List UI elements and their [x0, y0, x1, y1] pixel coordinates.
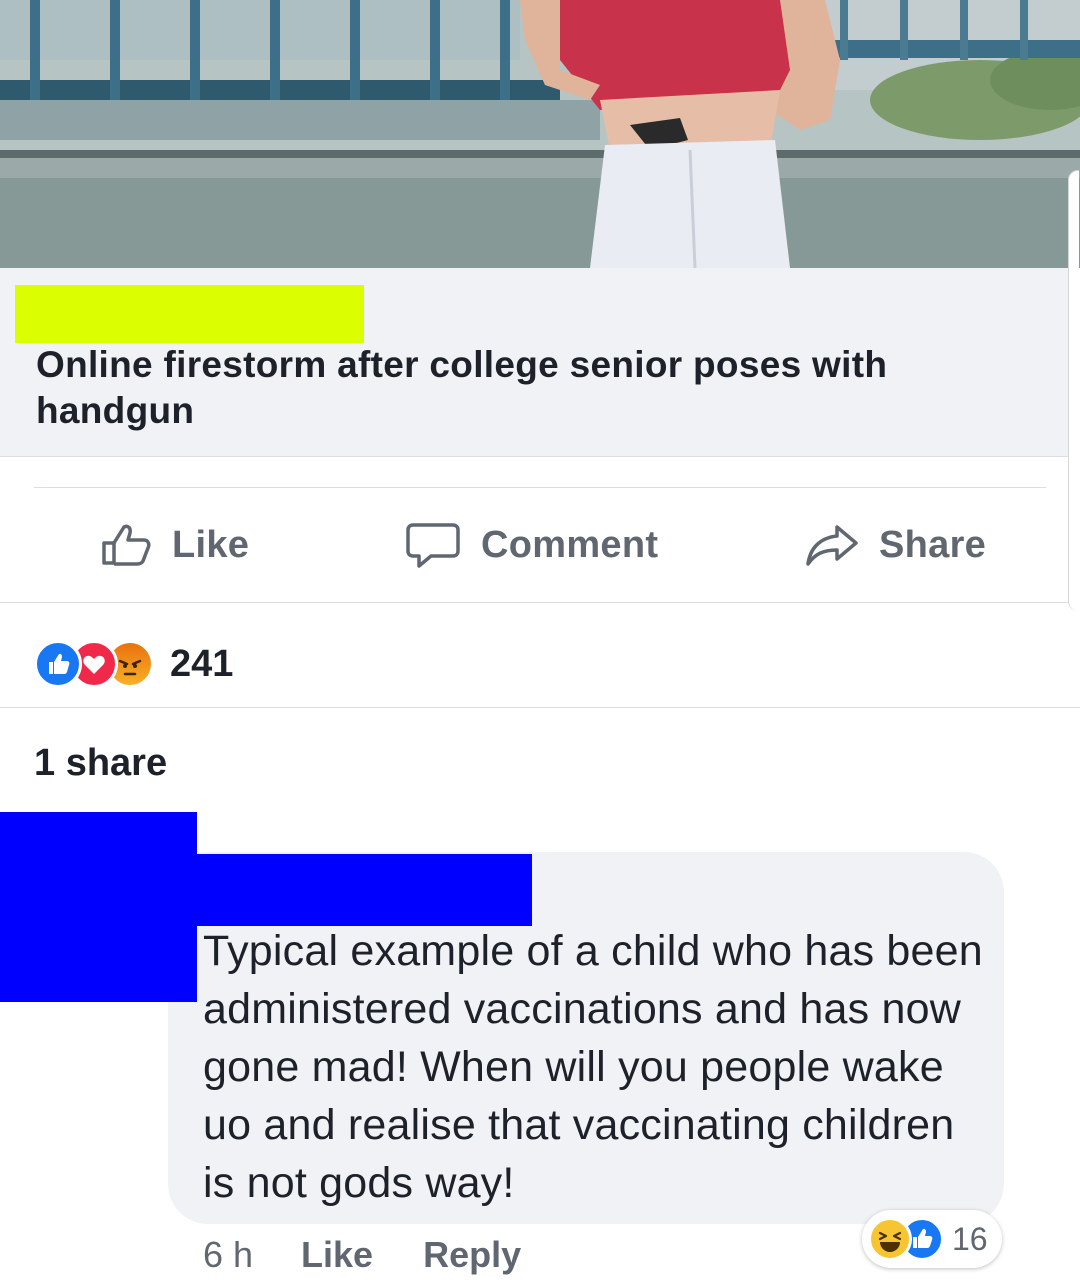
- action-bar: Like Comment Share: [0, 488, 1068, 602]
- like-reaction-icon: [34, 640, 82, 688]
- divider: [0, 707, 1080, 708]
- comment-reactions[interactable]: 16: [862, 1210, 1002, 1268]
- comment-reaction-count: 16: [952, 1220, 988, 1257]
- link-preview[interactable]: Online firestorm after college senior po…: [0, 268, 1068, 457]
- link-title[interactable]: Online firestorm after college senior po…: [36, 342, 996, 434]
- comment-reply-button[interactable]: Reply: [423, 1234, 521, 1276]
- reactions-summary[interactable]: 241: [34, 636, 233, 692]
- reaction-count: 241: [170, 642, 234, 685]
- comment-icon: [406, 523, 460, 568]
- comment-button[interactable]: Comment: [405, 488, 658, 602]
- comment-timestamp[interactable]: 6 h: [203, 1234, 253, 1276]
- comment-text: Typical example of a child who has been …: [203, 927, 983, 1207]
- avatar[interactable]: [0, 812, 197, 1002]
- commenter-name[interactable]: [197, 854, 532, 926]
- share-label: Share: [879, 523, 987, 566]
- haha-reaction-icon: [868, 1217, 912, 1261]
- comment-like-button[interactable]: Like: [301, 1234, 373, 1276]
- share-button[interactable]: Share: [805, 488, 986, 602]
- share-icon: [806, 525, 858, 566]
- comment-footer: 6 h Like Reply: [203, 1230, 571, 1280]
- like-button[interactable]: Like: [100, 488, 249, 602]
- card-edge: [1068, 170, 1079, 611]
- divider: [0, 602, 1068, 603]
- post-photo[interactable]: [0, 0, 1080, 268]
- comment-label: Comment: [481, 523, 659, 566]
- like-label: Like: [172, 523, 250, 566]
- share-count[interactable]: 1 share: [34, 742, 167, 785]
- redaction-bar: [15, 285, 364, 343]
- thumbs-up-icon: [102, 524, 151, 566]
